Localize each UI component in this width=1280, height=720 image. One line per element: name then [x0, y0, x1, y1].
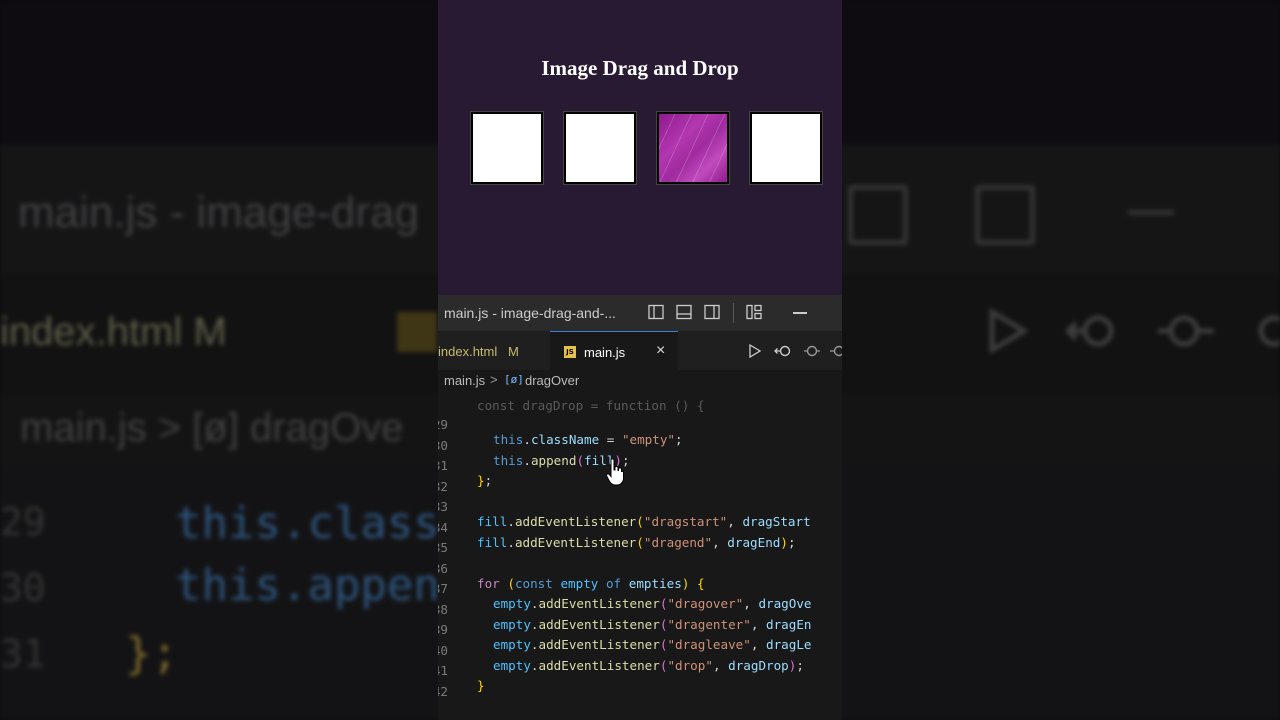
code-line: 35	[438, 525, 484, 555]
code-line: 31 };	[438, 443, 492, 488]
bg-code-line: this.appen	[175, 560, 440, 611]
code-editor[interactable]: const dragDrop = function () { 29 this.c…	[438, 392, 842, 720]
code-line: 34 fill.addEventListener("dragend", drag…	[438, 505, 796, 550]
code-line-partial: const dragDrop = function () {	[477, 398, 705, 413]
page-title: Image Drag and Drop	[541, 56, 739, 80]
code-line: 30 this.append(fill);	[438, 423, 630, 468]
close-icon[interactable]: ×	[656, 342, 665, 360]
bg-line-number: 31	[0, 632, 46, 676]
bg-minimize-icon	[1128, 210, 1174, 215]
bg-tab-index: index.html M	[0, 310, 227, 354]
vscode-titlebar: main.js - image-drag-and-...	[438, 295, 842, 331]
hand-cursor-icon	[606, 458, 624, 486]
bg-code-line: };	[125, 628, 178, 679]
drop-zone-empty[interactable]	[564, 112, 636, 184]
code-line: 36 for (const empty of empties) {	[438, 546, 705, 591]
tab-index-html[interactable]: index.html M	[438, 331, 550, 370]
go-back-icon[interactable]	[774, 344, 792, 358]
modified-badge: M	[508, 344, 519, 359]
run-icon[interactable]	[748, 344, 762, 358]
bg-customize-icon	[975, 185, 1035, 245]
tab-main-js[interactable]: JS main.js ×	[550, 331, 678, 371]
code-line: 32	[438, 464, 484, 494]
bg-go-back-icon	[1066, 315, 1114, 347]
bg-more-icon	[1258, 315, 1280, 347]
code-line: 29 this.className = "empty";	[438, 402, 683, 447]
drop-zone-empty[interactable]	[750, 112, 822, 184]
window-title: main.js - image-drag-and-...	[444, 305, 616, 321]
variable-symbol-icon: [ø]	[504, 373, 524, 386]
code-line: 33 fill.addEventListener("dragstart", dr…	[438, 484, 811, 529]
editor-tabs: index.html M JS main.js ×	[438, 331, 842, 371]
bg-line-number: 29	[0, 500, 46, 544]
browser-preview: Image Drag and Drop	[438, 0, 842, 295]
bg-breadcrumb: main.js > [ø] dragOve	[20, 406, 404, 450]
draggable-image-fill[interactable]	[657, 112, 729, 184]
bg-line-number: 30	[0, 566, 46, 610]
breadcrumb: main.js > [ø] dragOver	[438, 370, 842, 392]
code-line: 42	[438, 669, 484, 699]
tab-label: index.html	[438, 344, 498, 359]
tab-label: main.js	[584, 345, 626, 360]
chevron-right-icon: >	[490, 372, 498, 387]
code-line: 38 empty.addEventListener("dragenter", d…	[438, 587, 812, 632]
code-line: 41 }	[438, 648, 485, 693]
code-line: 37 empty.addEventListener("dragover", dr…	[438, 566, 812, 611]
line-number: 42	[438, 684, 448, 699]
bg-run-icon	[989, 308, 1028, 354]
toggle-primary-sidebar-icon[interactable]	[648, 304, 664, 320]
bg-layout-icon	[848, 185, 908, 245]
phone-panel: Image Drag and Drop main.js - image-drag…	[438, 0, 842, 720]
js-file-icon: JS	[564, 346, 576, 358]
breadcrumb-symbol[interactable]: dragOver	[525, 373, 579, 388]
bg-code-line: this.class	[175, 498, 440, 549]
more-actions-icon[interactable]	[830, 344, 842, 358]
bg-js-badge	[397, 312, 437, 352]
drop-zone-empty[interactable]	[471, 112, 543, 184]
titlebar-divider	[733, 303, 734, 323]
minimize-icon[interactable]	[793, 312, 807, 314]
bg-go-forward-icon	[1158, 315, 1214, 347]
toggle-secondary-sidebar-icon[interactable]	[704, 304, 720, 320]
bg-window-title: main.js - image-drag	[18, 188, 420, 237]
toggle-panel-icon[interactable]	[676, 304, 692, 320]
go-forward-icon[interactable]	[803, 344, 821, 358]
code-line: 40 empty.addEventListener("drop", dragDr…	[438, 628, 804, 673]
code-line: 39 empty.addEventListener("dragleave", d…	[438, 607, 812, 652]
customize-layout-icon[interactable]	[746, 304, 762, 320]
